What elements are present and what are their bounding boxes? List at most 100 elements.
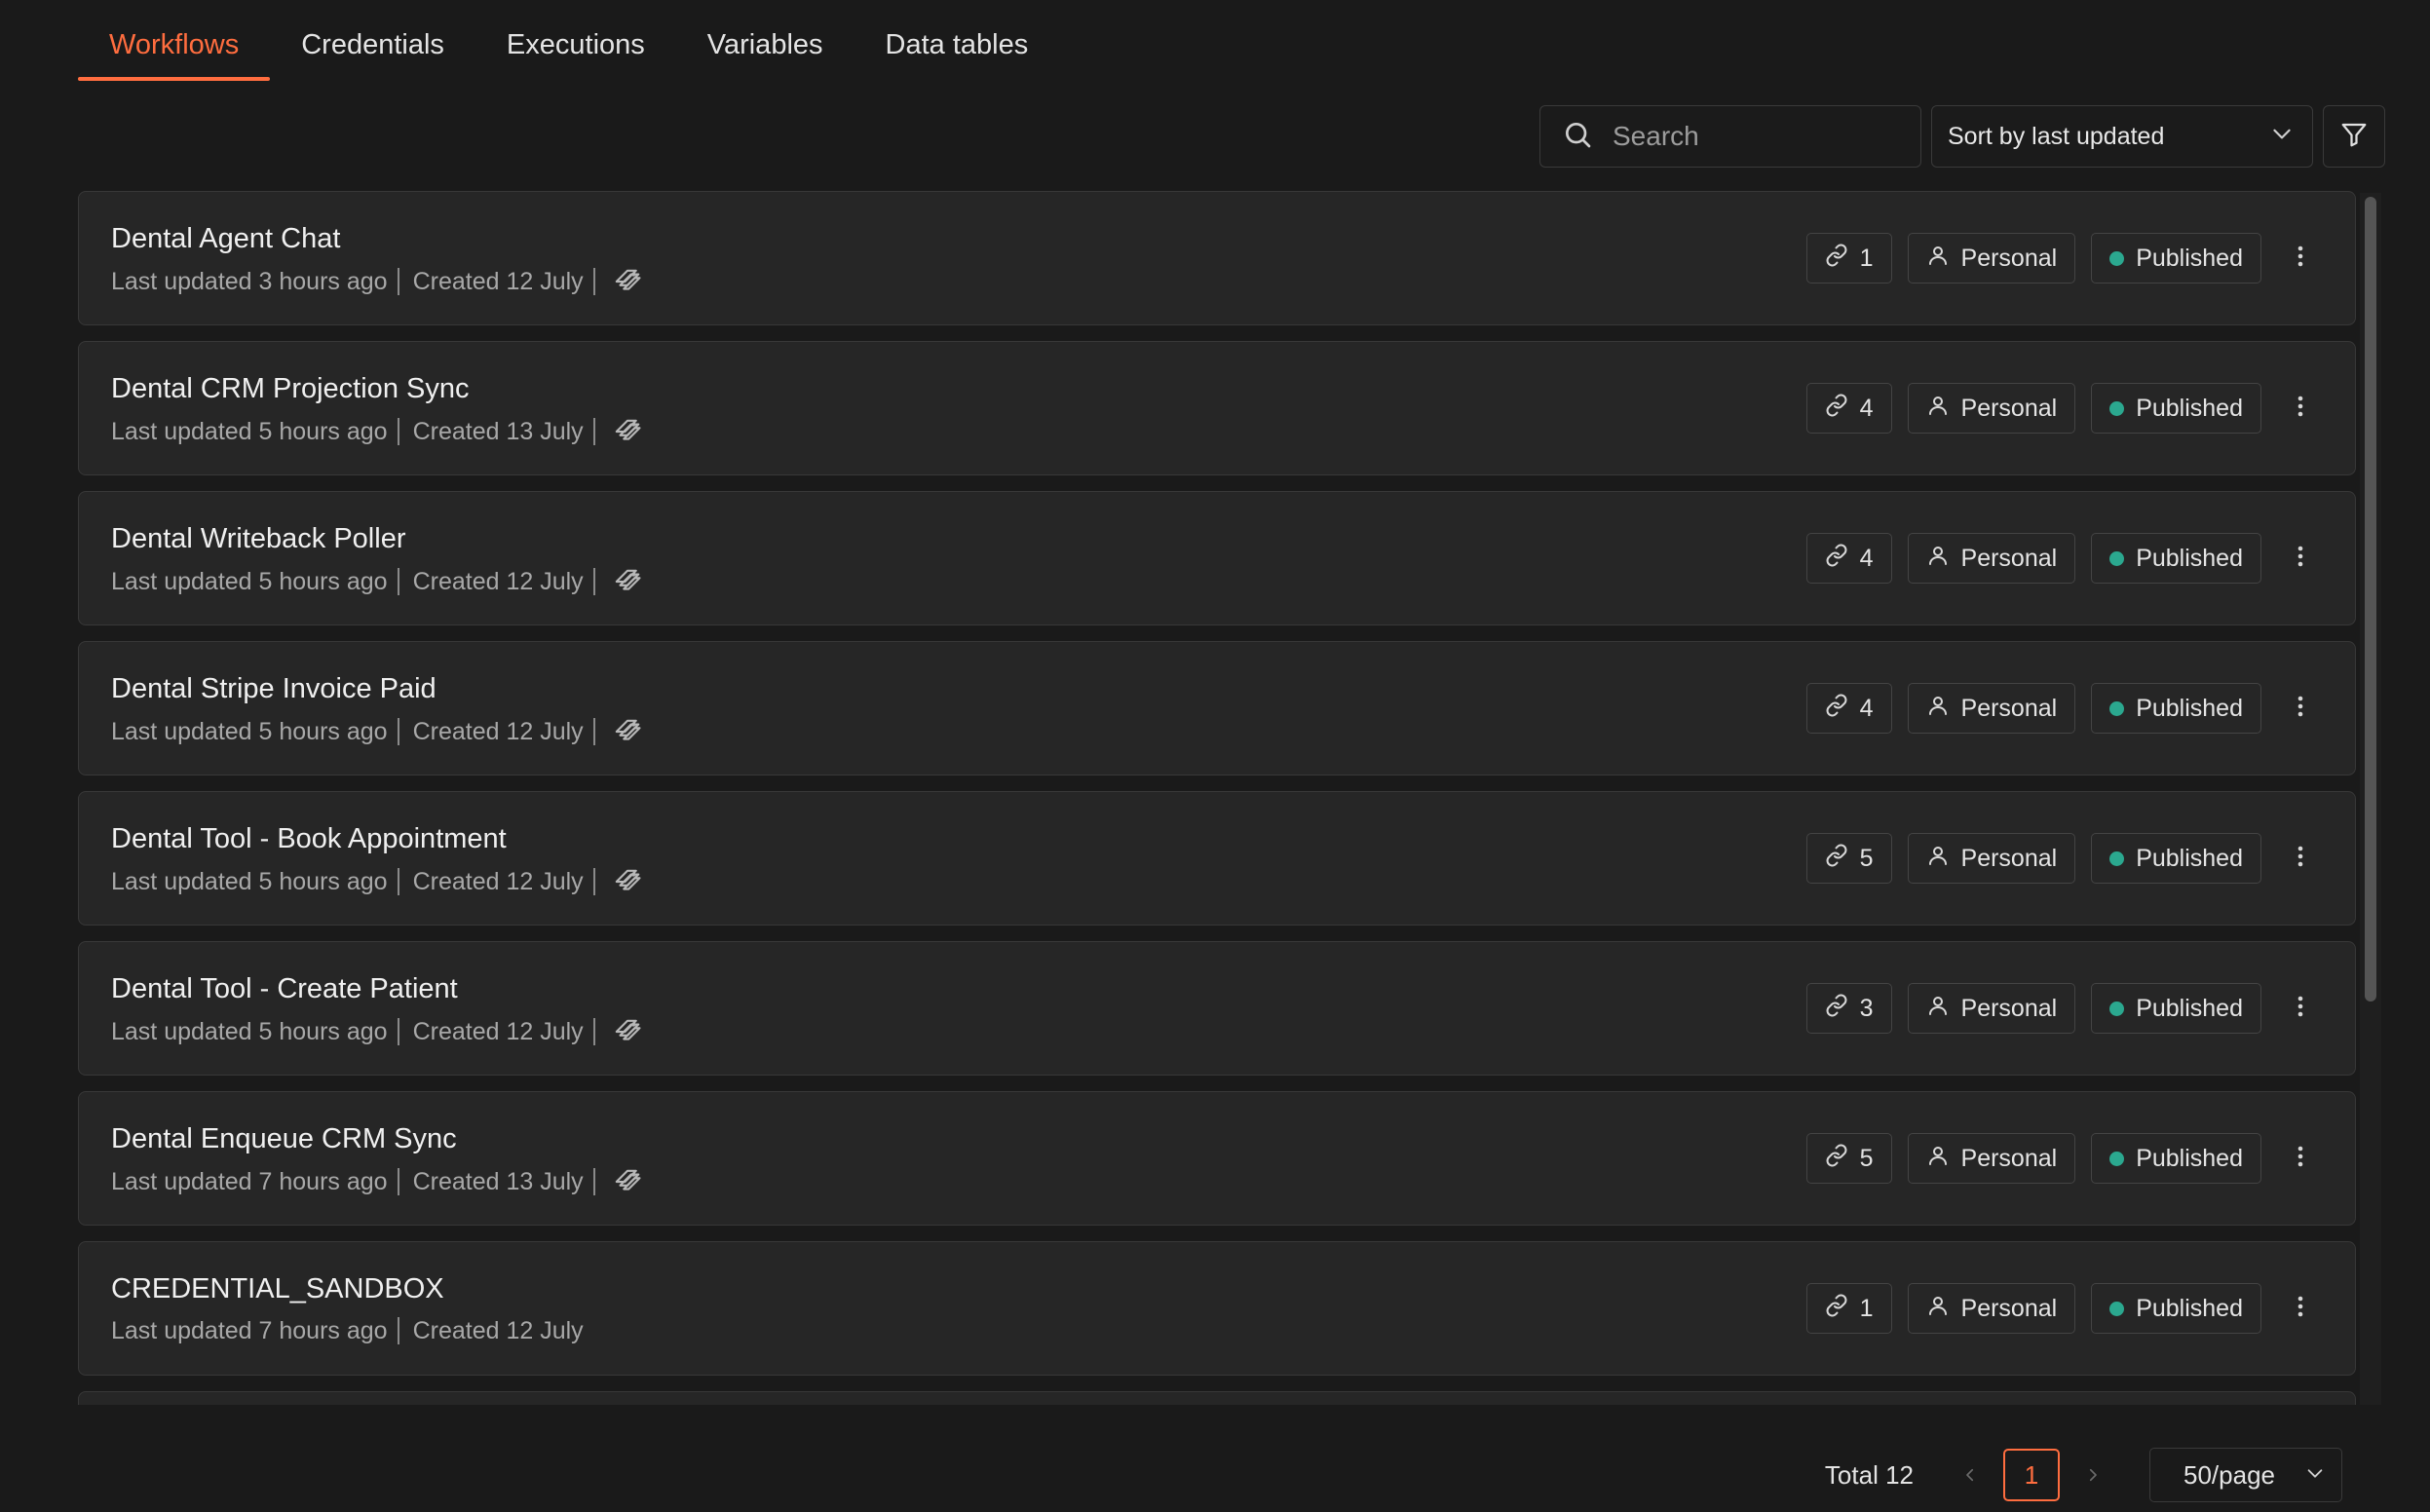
status-badge[interactable]: Published	[2091, 1133, 2261, 1184]
workflow-card[interactable]: Dental Tool - Create Patient Last update…	[78, 941, 2356, 1076]
tags-icon	[609, 717, 642, 746]
workflow-badges: 4 Personal Published	[1805, 383, 2320, 434]
link-icon	[1825, 544, 1848, 574]
linked-count-badge[interactable]: 4	[1805, 383, 1892, 434]
created-date: Created 12 July	[412, 717, 584, 745]
owner-badge[interactable]: Personal	[1907, 1283, 2076, 1334]
link-icon	[1825, 244, 1848, 274]
search-icon	[1562, 119, 1593, 155]
more-options-button[interactable]	[2281, 833, 2320, 884]
tab-variables[interactable]: Variables	[676, 0, 854, 81]
prev-page-button[interactable]	[1953, 1448, 1988, 1502]
linked-count: 5	[1859, 844, 1874, 872]
sort-select[interactable]: Sort by last updated	[1931, 105, 2313, 168]
linked-count-badge[interactable]: 5	[1805, 833, 1892, 884]
owner-badge[interactable]: Personal	[1907, 383, 2076, 434]
workflow-card[interactable]: Dental Stripe Invoice Paid Last updated …	[78, 641, 2356, 775]
owner-label: Personal	[1960, 694, 2058, 722]
status-label: Published	[2136, 544, 2243, 572]
linked-count: 5	[1859, 1144, 1874, 1172]
more-options-button[interactable]	[2281, 1133, 2320, 1184]
user-icon	[1926, 1144, 1950, 1174]
meta-separator	[592, 1018, 595, 1045]
linked-count-badge[interactable]: 5	[1805, 1133, 1892, 1184]
search-box[interactable]	[1539, 105, 1921, 168]
per-page-select[interactable]: 50/page	[2149, 1448, 2342, 1502]
more-options-button[interactable]	[2281, 533, 2320, 584]
more-options-button[interactable]	[2281, 233, 2320, 284]
total-count: Total 12	[1824, 1459, 1914, 1490]
more-options-button[interactable]	[2281, 983, 2320, 1034]
user-icon	[1926, 394, 1950, 424]
status-badge[interactable]: Published	[2091, 683, 2261, 734]
meta-separator	[592, 718, 595, 745]
user-icon	[1926, 244, 1950, 274]
meta-separator	[397, 868, 399, 895]
owner-badge[interactable]: Personal	[1907, 983, 2076, 1034]
workflow-card[interactable]: Dental Writeback Poller Last updated 5 h…	[78, 491, 2356, 625]
list-scrollbar[interactable]	[2360, 193, 2381, 1405]
created-date: Created 12 July	[412, 567, 584, 595]
workflow-card[interactable]: Dental CRM Projection Sync Last updated …	[78, 341, 2356, 475]
tab-data-tables[interactable]: Data tables	[854, 0, 1060, 81]
user-icon	[1926, 844, 1950, 874]
workflow-card[interactable]: Dental Agent Chat Last updated 3 hours a…	[78, 191, 2356, 325]
linked-count-badge[interactable]: 4	[1805, 683, 1892, 734]
owner-badge[interactable]: Personal	[1907, 683, 2076, 734]
tags-icon	[609, 567, 642, 596]
meta-separator	[592, 868, 595, 895]
created-date: Created 12 July	[412, 267, 584, 295]
link-icon	[1825, 1294, 1848, 1324]
page-number-current[interactable]: 1	[2003, 1449, 2060, 1501]
more-options-button[interactable]	[2281, 1283, 2320, 1334]
status-label: Published	[2136, 844, 2243, 872]
workflow-card[interactable]: Dental Tool - Book Appointment Last upda…	[78, 791, 2356, 926]
vertical-dots-icon	[2297, 995, 2304, 1023]
owner-badge[interactable]: Personal	[1907, 833, 2076, 884]
tab-credentials[interactable]: Credentials	[270, 0, 475, 81]
vertical-dots-icon	[2297, 1145, 2304, 1173]
tab-workflows[interactable]: Workflows	[78, 0, 271, 81]
linked-count: 4	[1859, 394, 1874, 422]
status-label: Published	[2136, 694, 2243, 722]
linked-count-badge[interactable]: 1	[1805, 233, 1892, 284]
meta-separator	[592, 418, 595, 445]
owner-badge[interactable]: Personal	[1907, 1133, 2076, 1184]
linked-count: 1	[1859, 1294, 1874, 1322]
status-badge[interactable]: Published	[2091, 1283, 2261, 1334]
linked-count-badge[interactable]: 1	[1805, 1283, 1892, 1334]
status-badge[interactable]: Published	[2091, 833, 2261, 884]
linked-count-badge[interactable]: 3	[1805, 983, 1892, 1034]
workflow-card[interactable]	[78, 1391, 2356, 1405]
meta-separator	[397, 1018, 399, 1045]
vertical-dots-icon	[2297, 245, 2304, 273]
more-options-button[interactable]	[2281, 383, 2320, 434]
filter-button[interactable]	[2323, 105, 2385, 168]
scrollbar-thumb[interactable]	[2365, 197, 2376, 1002]
status-label: Published	[2136, 1294, 2243, 1322]
status-badge[interactable]: Published	[2091, 983, 2261, 1034]
created-date: Created 13 July	[412, 1167, 584, 1195]
status-dot-icon	[2109, 700, 2125, 716]
chevron-down-icon	[2304, 1460, 2326, 1491]
meta-separator	[397, 1317, 399, 1344]
link-icon	[1825, 994, 1848, 1024]
tab-executions[interactable]: Executions	[475, 0, 676, 81]
owner-label: Personal	[1960, 394, 2058, 422]
next-page-button[interactable]	[2075, 1448, 2110, 1502]
status-badge[interactable]: Published	[2091, 533, 2261, 584]
workflow-card[interactable]: CREDENTIAL_SANDBOX Last updated 7 hours …	[78, 1241, 2356, 1376]
linked-count-badge[interactable]: 4	[1805, 533, 1892, 584]
status-badge[interactable]: Published	[2091, 233, 2261, 284]
status-badge[interactable]: Published	[2091, 383, 2261, 434]
filter-icon	[2339, 120, 2369, 154]
search-input[interactable]	[1613, 121, 1899, 152]
workflow-card[interactable]: Dental Enqueue CRM Sync Last updated 7 h…	[78, 1091, 2356, 1226]
vertical-dots-icon	[2297, 545, 2304, 573]
owner-badge[interactable]: Personal	[1907, 233, 2076, 284]
more-options-button[interactable]	[2281, 683, 2320, 734]
last-updated: Last updated 5 hours ago	[111, 567, 388, 595]
last-updated: Last updated 7 hours ago	[111, 1167, 388, 1195]
owner-badge[interactable]: Personal	[1907, 533, 2076, 584]
toolbar: Sort by last updated	[1539, 105, 2385, 168]
